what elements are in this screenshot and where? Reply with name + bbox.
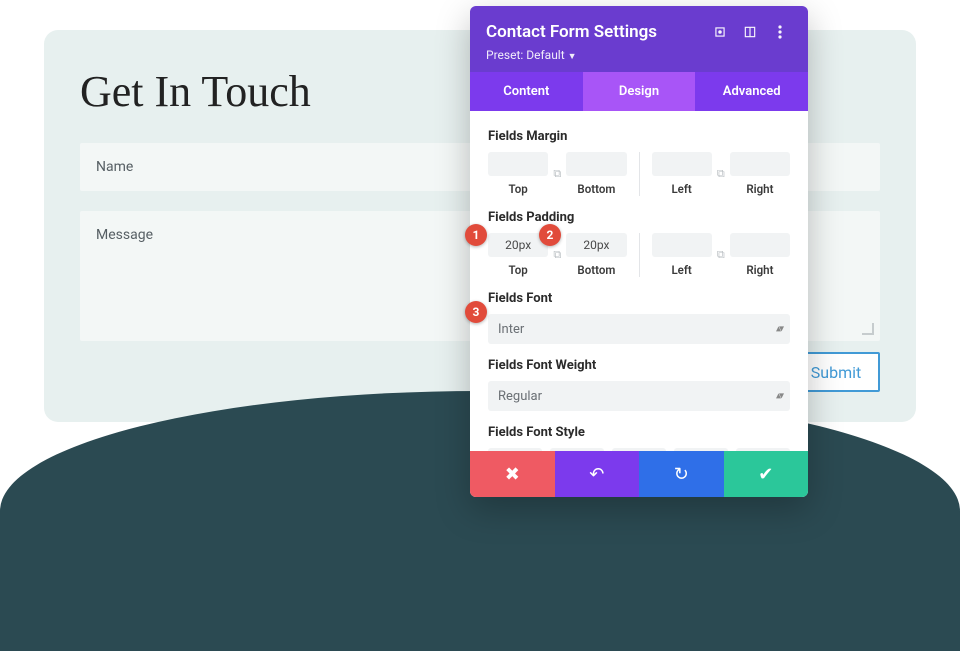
margin-right-input[interactable] bbox=[730, 152, 790, 176]
annotation-marker-1: 1 bbox=[465, 224, 487, 246]
caption-left: Left bbox=[671, 263, 691, 277]
panel-body: Fields Margin Top ⧉ Bottom Left ⧉ bbox=[470, 111, 808, 451]
caption-left: Left bbox=[671, 182, 691, 196]
font-weight-select[interactable]: Regular ▴▾ bbox=[488, 381, 790, 411]
font-weight-value: Regular bbox=[498, 389, 542, 404]
fields-font-label: Fields Font bbox=[488, 291, 790, 306]
annotation-marker-3: 3 bbox=[465, 301, 487, 323]
caption-top: Top bbox=[509, 263, 528, 277]
divider bbox=[639, 233, 640, 277]
more-icon[interactable] bbox=[768, 20, 792, 44]
panel-footer: ✖ ↶ ↻ ✔ bbox=[470, 451, 808, 497]
margin-top-input[interactable] bbox=[488, 152, 548, 176]
caret-down-icon: ▼ bbox=[568, 52, 577, 62]
columns-icon[interactable] bbox=[738, 20, 762, 44]
link-icon[interactable]: ⧉ bbox=[550, 248, 564, 262]
caption-bottom: Bottom bbox=[577, 263, 615, 277]
undo-button[interactable]: ↶ bbox=[555, 451, 640, 497]
caption-right: Right bbox=[746, 182, 773, 196]
cancel-button[interactable]: ✖ bbox=[470, 451, 555, 497]
padding-left-input[interactable] bbox=[652, 233, 712, 257]
font-select[interactable]: Inter ▴▾ bbox=[488, 314, 790, 344]
tab-design[interactable]: Design bbox=[583, 72, 696, 111]
caption-right: Right bbox=[746, 263, 773, 277]
fields-font-style-label: Fields Font Style bbox=[488, 425, 790, 440]
fields-margin-label: Fields Margin bbox=[488, 129, 790, 144]
margin-bottom-input[interactable] bbox=[566, 152, 626, 176]
name-placeholder: Name bbox=[96, 159, 133, 175]
check-icon: ✔ bbox=[758, 464, 773, 485]
divider bbox=[639, 152, 640, 196]
tab-advanced[interactable]: Advanced bbox=[695, 72, 808, 111]
caption-top: Top bbox=[509, 182, 528, 196]
margin-left-input[interactable] bbox=[652, 152, 712, 176]
panel-title: Contact Form Settings bbox=[486, 22, 702, 42]
tabs: Content Design Advanced bbox=[470, 72, 808, 111]
link-icon[interactable]: ⧉ bbox=[714, 167, 728, 181]
save-button[interactable]: ✔ bbox=[724, 451, 809, 497]
updown-icon: ▴▾ bbox=[776, 391, 782, 402]
undo-icon: ↶ bbox=[589, 464, 604, 485]
message-placeholder: Message bbox=[96, 227, 153, 243]
preset-selector[interactable]: Preset: Default▼ bbox=[486, 48, 792, 62]
padding-row: 20px Top ⧉ 20px Bottom Left ⧉ Right bbox=[488, 233, 790, 277]
margin-row: Top ⧉ Bottom Left ⧉ Right bbox=[488, 152, 790, 196]
caption-bottom: Bottom bbox=[577, 182, 615, 196]
link-icon[interactable]: ⧉ bbox=[550, 167, 564, 181]
redo-button[interactable]: ↻ bbox=[639, 451, 724, 497]
settings-panel: Contact Form Settings Preset: Default▼ C… bbox=[470, 6, 808, 497]
panel-header: Contact Form Settings Preset: Default▼ bbox=[470, 6, 808, 72]
preset-label: Preset: Default bbox=[486, 48, 565, 62]
padding-right-input[interactable] bbox=[730, 233, 790, 257]
submit-label: Submit bbox=[811, 363, 861, 382]
fields-font-weight-label: Fields Font Weight bbox=[488, 358, 790, 373]
fields-padding-label: Fields Padding bbox=[488, 210, 790, 225]
font-value: Inter bbox=[498, 322, 524, 337]
expand-icon[interactable] bbox=[708, 20, 732, 44]
annotation-marker-2: 2 bbox=[539, 224, 561, 246]
tab-content[interactable]: Content bbox=[470, 72, 583, 111]
link-icon[interactable]: ⧉ bbox=[714, 248, 728, 262]
close-icon: ✖ bbox=[505, 464, 520, 485]
updown-icon: ▴▾ bbox=[776, 324, 782, 335]
redo-icon: ↻ bbox=[674, 464, 689, 485]
padding-bottom-input[interactable]: 20px bbox=[566, 233, 626, 257]
